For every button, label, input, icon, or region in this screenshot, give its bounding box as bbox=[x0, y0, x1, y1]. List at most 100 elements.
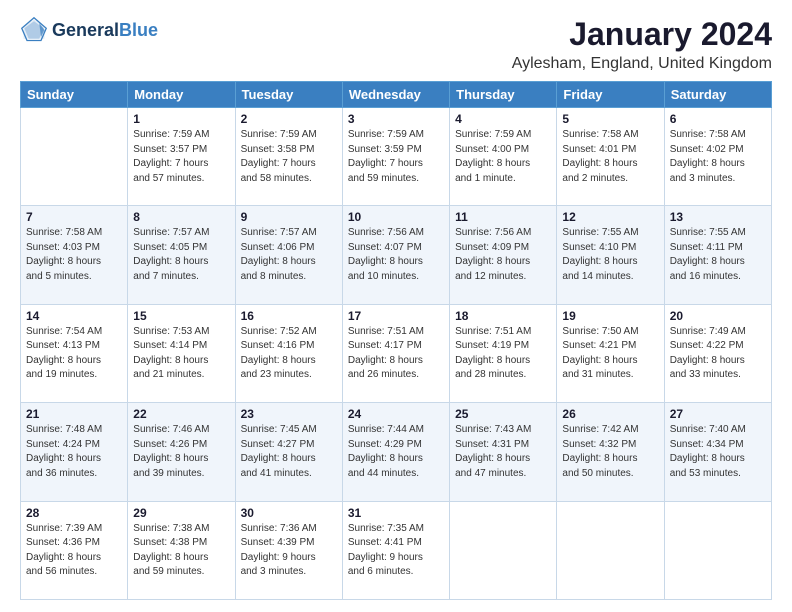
day-info: Sunrise: 7:46 AM Sunset: 4:26 PM Dayligh… bbox=[133, 423, 229, 481]
day-number: 24 bbox=[348, 407, 444, 421]
calendar-cell-empty bbox=[664, 501, 771, 599]
day-number: 4 bbox=[455, 112, 551, 126]
calendar-cell-day-8: 8Sunrise: 7:57 AM Sunset: 4:05 PM Daylig… bbox=[128, 206, 235, 304]
day-info: Sunrise: 7:55 AM Sunset: 4:11 PM Dayligh… bbox=[670, 226, 766, 284]
day-number: 22 bbox=[133, 407, 229, 421]
day-info: Sunrise: 7:36 AM Sunset: 4:39 PM Dayligh… bbox=[241, 522, 337, 580]
calendar-cell-day-16: 16Sunrise: 7:52 AM Sunset: 4:16 PM Dayli… bbox=[235, 304, 342, 402]
day-number: 14 bbox=[26, 309, 122, 323]
calendar-cell-empty bbox=[21, 108, 128, 206]
calendar-cell-day-4: 4 Sunrise: 7:59 AM Sunset: 4:00 PM Daylig… bbox=[450, 108, 557, 206]
calendar-cell-day-7: 7 Sunrise: 7:58 AM Sunset: 4:03 PM Daylig… bbox=[21, 206, 128, 304]
day-info: Sunrise: 7:59 AM Sunset: 3:57 PM Dayligh… bbox=[133, 128, 229, 186]
day-info: Sunrise: 7:58 AM Sunset: 4:01 PM Dayligh… bbox=[562, 128, 658, 186]
logo: GeneralBlue bbox=[20, 16, 158, 44]
day-info: Sunrise: 7:50 AM Sunset: 4:21 PM Dayligh… bbox=[562, 325, 658, 383]
weekday-header-thursday: Thursday bbox=[450, 82, 557, 108]
day-number: 29 bbox=[133, 506, 229, 520]
day-number: 20 bbox=[670, 309, 766, 323]
day-info: Sunrise: 7:43 AM Sunset: 4:31 PM Dayligh… bbox=[455, 423, 551, 481]
day-info: Sunrise: 7:59 AM Sunset: 3:58 PM Dayligh… bbox=[241, 128, 337, 186]
calendar-cell-day-14: 14Sunrise: 7:54 AM Sunset: 4:13 PM Dayli… bbox=[21, 304, 128, 402]
calendar-cell-day-5: 5 Sunrise: 7:58 AM Sunset: 4:01 PM Daylig… bbox=[557, 108, 664, 206]
calendar-cell-day-26: 26 Sunrise: 7:42 AM Sunset: 4:32 PM Dayli… bbox=[557, 403, 664, 501]
day-info: Sunrise: 7:42 AM Sunset: 4:32 PM Dayligh… bbox=[562, 423, 658, 481]
calendar-cell-day-9: 9Sunrise: 7:57 AM Sunset: 4:06 PM Daylig… bbox=[235, 206, 342, 304]
day-number: 5 bbox=[562, 112, 658, 126]
calendar-cell-day-3: 3 Sunrise: 7:59 AM Sunset: 3:59 PM Daylig… bbox=[342, 108, 449, 206]
day-info: Sunrise: 7:59 AM Sunset: 3:59 PM Dayligh… bbox=[348, 128, 444, 186]
day-number: 11 bbox=[455, 210, 551, 224]
title-block: January 2024 Aylesham, England, United K… bbox=[512, 16, 772, 73]
weekday-header-monday: Monday bbox=[128, 82, 235, 108]
day-number: 27 bbox=[670, 407, 766, 421]
calendar-cell-empty bbox=[450, 501, 557, 599]
calendar-header: SundayMondayTuesdayWednesdayThursdayFrid… bbox=[21, 82, 772, 108]
day-info: Sunrise: 7:57 AM Sunset: 4:06 PM Dayligh… bbox=[241, 226, 337, 284]
day-number: 8 bbox=[133, 210, 229, 224]
weekday-header-row: SundayMondayTuesdayWednesdayThursdayFrid… bbox=[21, 82, 772, 108]
calendar-page: GeneralBlue January 2024 Aylesham, Engla… bbox=[0, 0, 792, 612]
day-info: Sunrise: 7:35 AM Sunset: 4:41 PM Dayligh… bbox=[348, 522, 444, 580]
weekday-header-friday: Friday bbox=[557, 82, 664, 108]
calendar-week-2: 7 Sunrise: 7:58 AM Sunset: 4:03 PM Daylig… bbox=[21, 206, 772, 304]
calendar-cell-day-27: 27 Sunrise: 7:40 AM Sunset: 4:34 PM Dayli… bbox=[664, 403, 771, 501]
weekday-header-wednesday: Wednesday bbox=[342, 82, 449, 108]
day-number: 6 bbox=[670, 112, 766, 126]
day-number: 17 bbox=[348, 309, 444, 323]
calendar-cell-day-10: 10Sunrise: 7:56 AM Sunset: 4:07 PM Dayli… bbox=[342, 206, 449, 304]
weekday-header-tuesday: Tuesday bbox=[235, 82, 342, 108]
main-title: January 2024 bbox=[512, 16, 772, 53]
day-number: 25 bbox=[455, 407, 551, 421]
calendar-cell-day-31: 31 Sunrise: 7:35 AM Sunset: 4:41 PM Dayli… bbox=[342, 501, 449, 599]
day-number: 13 bbox=[670, 210, 766, 224]
calendar-cell-day-15: 15 Sunrise: 7:53 AM Sunset: 4:14 PM Dayli… bbox=[128, 304, 235, 402]
calendar-cell-day-24: 24 Sunrise: 7:44 AM Sunset: 4:29 PM Dayli… bbox=[342, 403, 449, 501]
day-info: Sunrise: 7:58 AM Sunset: 4:03 PM Dayligh… bbox=[26, 226, 122, 284]
logo-line1: GeneralBlue bbox=[52, 20, 158, 41]
day-number: 31 bbox=[348, 506, 444, 520]
day-info: Sunrise: 7:49 AM Sunset: 4:22 PM Dayligh… bbox=[670, 325, 766, 383]
day-info: Sunrise: 7:58 AM Sunset: 4:02 PM Dayligh… bbox=[670, 128, 766, 186]
calendar-cell-day-23: 23Sunrise: 7:45 AM Sunset: 4:27 PM Dayli… bbox=[235, 403, 342, 501]
day-number: 30 bbox=[241, 506, 337, 520]
day-info: Sunrise: 7:40 AM Sunset: 4:34 PM Dayligh… bbox=[670, 423, 766, 481]
day-info: Sunrise: 7:39 AM Sunset: 4:36 PM Dayligh… bbox=[26, 522, 122, 580]
day-info: Sunrise: 7:51 AM Sunset: 4:19 PM Dayligh… bbox=[455, 325, 551, 383]
day-number: 12 bbox=[562, 210, 658, 224]
calendar-cell-day-30: 30 Sunrise: 7:36 AM Sunset: 4:39 PM Dayli… bbox=[235, 501, 342, 599]
calendar-cell-day-13: 13 Sunrise: 7:55 AM Sunset: 4:11 PM Dayli… bbox=[664, 206, 771, 304]
day-number: 1 bbox=[133, 112, 229, 126]
day-number: 3 bbox=[348, 112, 444, 126]
day-number: 23 bbox=[241, 407, 337, 421]
calendar-cell-day-17: 17Sunrise: 7:51 AM Sunset: 4:17 PM Dayli… bbox=[342, 304, 449, 402]
calendar-cell-day-6: 6 Sunrise: 7:58 AM Sunset: 4:02 PM Daylig… bbox=[664, 108, 771, 206]
day-number: 26 bbox=[562, 407, 658, 421]
calendar-body: 1 Sunrise: 7:59 AM Sunset: 3:57 PM Daylig… bbox=[21, 108, 772, 600]
day-info: Sunrise: 7:56 AM Sunset: 4:09 PM Dayligh… bbox=[455, 226, 551, 284]
calendar-cell-empty bbox=[557, 501, 664, 599]
day-number: 15 bbox=[133, 309, 229, 323]
calendar-cell-day-12: 12Sunrise: 7:55 AM Sunset: 4:10 PM Dayli… bbox=[557, 206, 664, 304]
calendar-week-5: 28 Sunrise: 7:39 AM Sunset: 4:36 PM Dayli… bbox=[21, 501, 772, 599]
day-number: 18 bbox=[455, 309, 551, 323]
day-number: 7 bbox=[26, 210, 122, 224]
day-number: 21 bbox=[26, 407, 122, 421]
day-info: Sunrise: 7:59 AM Sunset: 4:00 PM Dayligh… bbox=[455, 128, 551, 186]
day-number: 28 bbox=[26, 506, 122, 520]
logo-icon bbox=[20, 16, 48, 44]
calendar-cell-day-18: 18 Sunrise: 7:51 AM Sunset: 4:19 PM Dayli… bbox=[450, 304, 557, 402]
day-info: Sunrise: 7:53 AM Sunset: 4:14 PM Dayligh… bbox=[133, 325, 229, 383]
calendar-cell-day-28: 28 Sunrise: 7:39 AM Sunset: 4:36 PM Dayli… bbox=[21, 501, 128, 599]
subtitle: Aylesham, England, United Kingdom bbox=[512, 55, 772, 73]
calendar-cell-day-22: 22 Sunrise: 7:46 AM Sunset: 4:26 PM Dayli… bbox=[128, 403, 235, 501]
calendar-cell-day-21: 21Sunrise: 7:48 AM Sunset: 4:24 PM Dayli… bbox=[21, 403, 128, 501]
calendar-cell-day-20: 20 Sunrise: 7:49 AM Sunset: 4:22 PM Dayli… bbox=[664, 304, 771, 402]
calendar-table: SundayMondayTuesdayWednesdayThursdayFrid… bbox=[20, 81, 772, 600]
day-info: Sunrise: 7:52 AM Sunset: 4:16 PM Dayligh… bbox=[241, 325, 337, 383]
page-header: GeneralBlue January 2024 Aylesham, Engla… bbox=[20, 16, 772, 73]
logo-text-block: GeneralBlue bbox=[52, 20, 158, 41]
calendar-cell-day-11: 11 Sunrise: 7:56 AM Sunset: 4:09 PM Dayli… bbox=[450, 206, 557, 304]
weekday-header-sunday: Sunday bbox=[21, 82, 128, 108]
day-info: Sunrise: 7:44 AM Sunset: 4:29 PM Dayligh… bbox=[348, 423, 444, 481]
